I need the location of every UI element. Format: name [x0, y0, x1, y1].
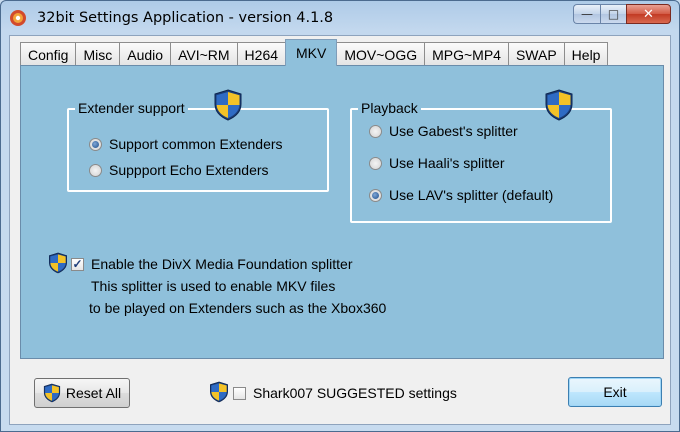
- divx-splitter-checkbox[interactable]: ✓ Enable the DivX Media Foundation split…: [71, 256, 352, 272]
- minimize-button[interactable]: —: [573, 4, 600, 24]
- app-icon: [10, 10, 26, 26]
- reset-all-label: Reset All: [65, 385, 122, 401]
- radio-selected-icon: [369, 188, 382, 202]
- uac-shield-icon: [48, 252, 68, 274]
- tab-misc[interactable]: Misc: [75, 42, 121, 66]
- haali-splitter-radio[interactable]: Use Haali's splitter: [369, 155, 505, 171]
- maximize-icon: □: [607, 7, 620, 21]
- settings-window: 32bit Settings Application - version 4.1…: [0, 0, 680, 432]
- window-controls: — □ ✕: [573, 4, 671, 24]
- suggested-settings-checkbox[interactable]: Shark007 SUGGESTED settings: [233, 385, 457, 401]
- radio-unselected-icon: [369, 124, 382, 138]
- tab-swap[interactable]: SWAP: [507, 42, 565, 66]
- checkbox-unchecked-icon: [233, 386, 246, 400]
- exit-button[interactable]: Exit: [568, 377, 662, 407]
- support-common-extenders-radio[interactable]: Support common Extenders: [89, 136, 283, 152]
- divx-description-line-2: to be played on Extenders such as the Xb…: [89, 300, 387, 316]
- client-area: Config Misc Audio AVI~RM H264 MKV MOV~OG…: [9, 35, 671, 425]
- maximize-button[interactable]: □: [600, 4, 626, 24]
- tab-strip: Config Misc Audio AVI~RM H264 MKV MOV~OG…: [20, 39, 609, 66]
- playback-title: Playback: [358, 100, 421, 116]
- lav-splitter-radio[interactable]: Use LAV's splitter (default): [369, 187, 553, 203]
- uac-shield-icon: [213, 89, 243, 121]
- checkbox-checked-icon: ✓: [71, 257, 84, 271]
- minimize-icon: —: [581, 7, 593, 21]
- support-echo-extenders-radio[interactable]: Suppport Echo Extenders: [89, 162, 269, 178]
- divx-description-line-1: This splitter is used to enable MKV file…: [91, 278, 336, 294]
- close-icon: ✕: [643, 6, 654, 22]
- divx-checkbox-label: Enable the DivX Media Foundation splitte…: [91, 256, 353, 272]
- extender-support-group: Extender support Support common Extender…: [67, 108, 329, 192]
- suggested-settings-label: Shark007 SUGGESTED settings: [253, 385, 457, 401]
- tab-audio[interactable]: Audio: [119, 42, 172, 66]
- radio-label: Support common Extenders: [109, 136, 283, 152]
- tab-help[interactable]: Help: [563, 42, 609, 66]
- window-title: 32bit Settings Application - version 4.1…: [37, 10, 334, 26]
- radio-label: Suppport Echo Extenders: [109, 162, 269, 178]
- radio-label: Use LAV's splitter (default): [389, 187, 554, 203]
- radio-label: Use Gabest's splitter: [389, 123, 518, 139]
- playback-group: Playback Use Gabest's splitter Use Haali…: [350, 108, 612, 223]
- extender-support-title: Extender support: [75, 100, 188, 116]
- tab-mpg-mp4[interactable]: MPG~MP4: [424, 42, 509, 66]
- radio-unselected-icon: [89, 163, 102, 177]
- tab-avi-rm[interactable]: AVI~RM: [170, 42, 238, 66]
- tab-config[interactable]: Config: [20, 42, 77, 66]
- tab-mov-ogg[interactable]: MOV~OGG: [336, 42, 426, 66]
- tab-mkv[interactable]: MKV: [285, 39, 338, 66]
- radio-label: Use Haali's splitter: [389, 155, 505, 171]
- uac-shield-icon: [209, 381, 229, 403]
- uac-shield-icon: [544, 89, 574, 121]
- tab-h264[interactable]: H264: [236, 42, 287, 66]
- radio-selected-icon: [89, 137, 102, 151]
- reset-all-button[interactable]: Reset All: [34, 378, 130, 408]
- title-bar[interactable]: 32bit Settings Application - version 4.1…: [1, 1, 679, 35]
- radio-unselected-icon: [369, 156, 382, 170]
- close-button[interactable]: ✕: [626, 4, 671, 24]
- mkv-panel: Extender support Support common Extender…: [20, 65, 664, 359]
- uac-shield-icon: [43, 383, 61, 403]
- gabest-splitter-radio[interactable]: Use Gabest's splitter: [369, 123, 518, 139]
